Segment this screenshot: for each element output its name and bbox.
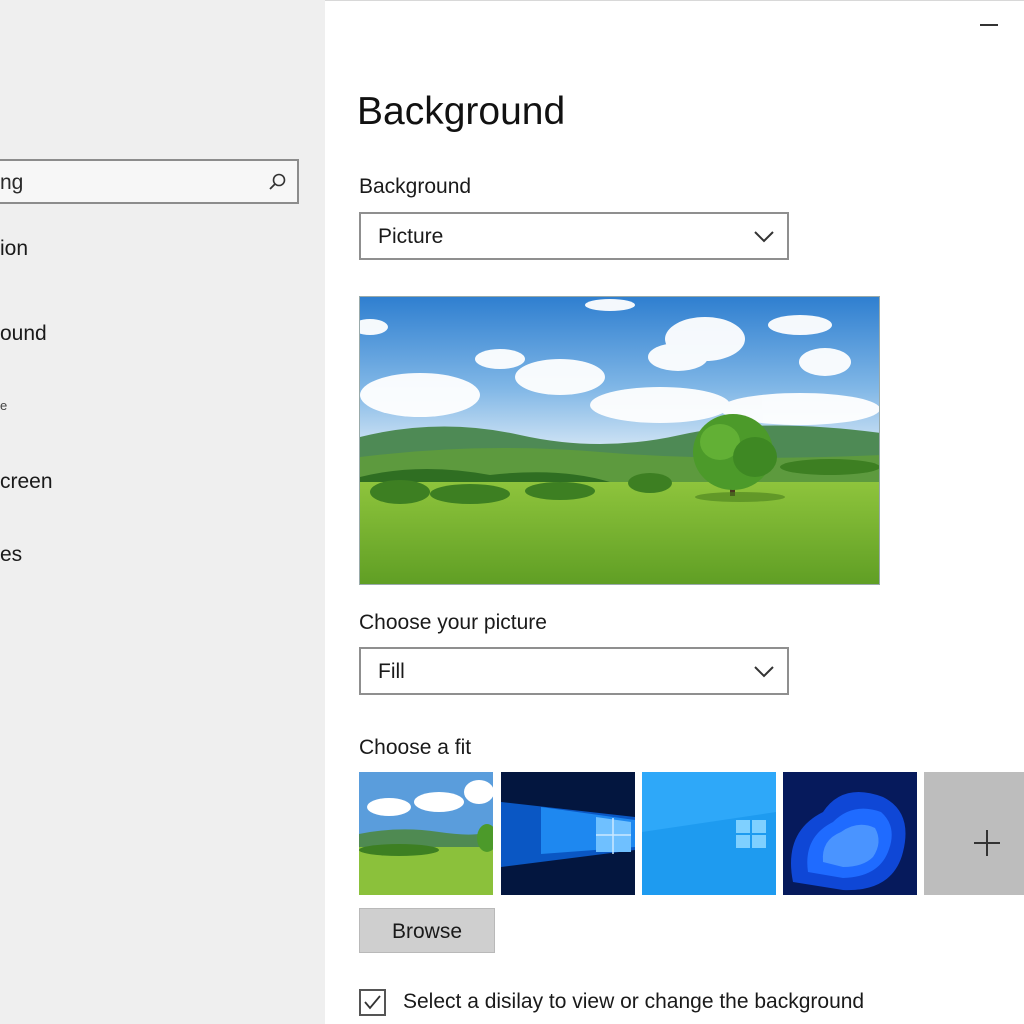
- display-checkbox-label: Select a disilay to view or change the b…: [403, 990, 865, 1013]
- display-checkbox[interactable]: [359, 989, 386, 1016]
- chevron-down-icon: [754, 666, 774, 678]
- landscape-preview-image: [360, 297, 879, 584]
- thumbnail-windows-10[interactable]: [501, 772, 635, 895]
- choose-picture-label: Choose your picture: [359, 611, 547, 634]
- minimize-icon[interactable]: [980, 24, 998, 26]
- sidebar-item-themes[interactable]: es: [0, 543, 22, 567]
- search-icon[interactable]: [267, 172, 287, 192]
- background-label: Background: [359, 175, 472, 198]
- chevron-down-icon: [754, 231, 774, 243]
- sidebar-item-background[interactable]: ound: [0, 322, 47, 346]
- search-input[interactable]: ng: [0, 171, 23, 195]
- search-box[interactable]: ng: [0, 159, 299, 204]
- sidebar-item-small[interactable]: e: [0, 398, 7, 413]
- page-title: Background: [357, 90, 566, 133]
- thumbnail-windows-11-bloom[interactable]: [783, 772, 917, 895]
- add-picture-button[interactable]: [924, 772, 1024, 895]
- background-type-dropdown[interactable]: Picture: [359, 212, 789, 260]
- top-divider: [325, 0, 1024, 1]
- choose-fit-label: Choose a fit: [359, 736, 472, 759]
- thumbnail-windows-light[interactable]: [642, 772, 776, 895]
- sidebar-item-lock-screen[interactable]: creen: [0, 470, 53, 494]
- sidebar-item-personalization[interactable]: ion: [0, 237, 28, 261]
- fit-value: Fill: [378, 660, 405, 683]
- sidebar: ng ion ound e creen es: [0, 0, 325, 1024]
- fit-dropdown[interactable]: Fill: [359, 647, 789, 695]
- background-preview: [359, 296, 880, 585]
- checkmark-icon: [364, 995, 381, 1010]
- browse-button[interactable]: Browse: [359, 908, 495, 953]
- background-type-value: Picture: [378, 225, 444, 248]
- plus-icon: [974, 830, 1000, 856]
- thumbnail-landscape[interactable]: [359, 772, 493, 895]
